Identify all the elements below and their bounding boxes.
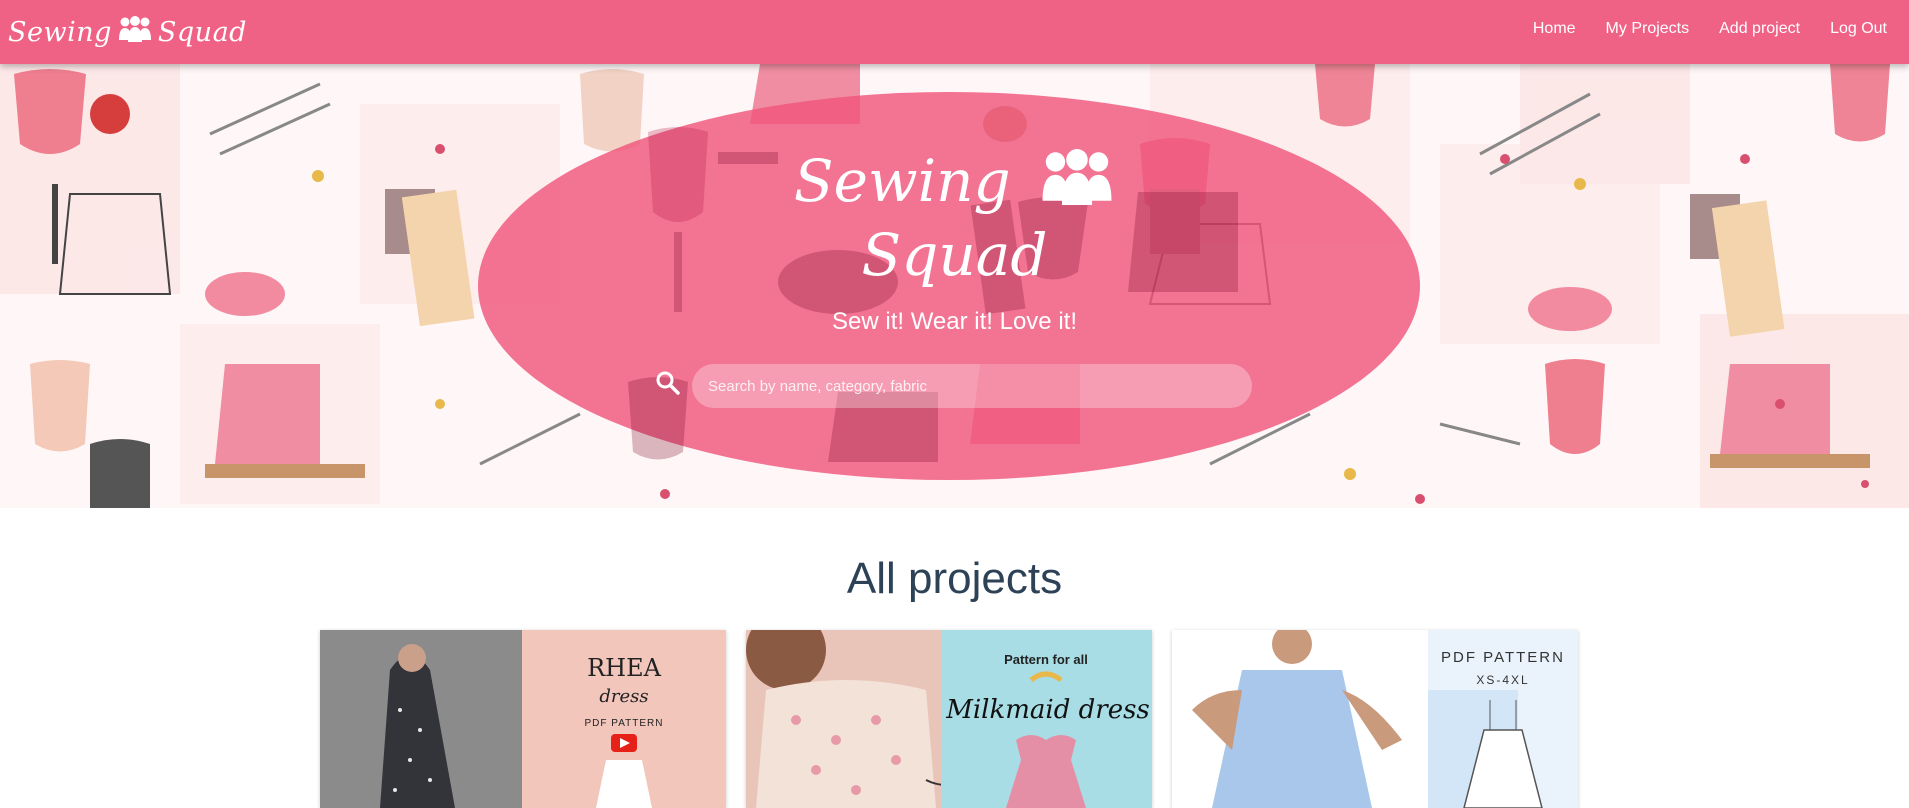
- hero-title-line1: Sewing: [0, 146, 1909, 220]
- project-card[interactable]: PDF PATTERN XS-4XL: [1172, 630, 1578, 808]
- brand-logo[interactable]: Sewing Squad: [8, 10, 247, 54]
- nav-my-projects-link[interactable]: My Projects: [1606, 20, 1690, 38]
- card-text-sizes: XS-4XL: [1476, 673, 1529, 687]
- people-group-icon: [1039, 149, 1115, 220]
- all-projects-heading: All projects: [846, 554, 1063, 603]
- nav-add-project-link[interactable]: Add project: [1719, 20, 1800, 38]
- brand-word-sewing: Sewing: [8, 16, 112, 48]
- card-text-dress: dress: [599, 686, 648, 707]
- hero-banner: Sewing Squad Sew it! Wear it! Love it!: [0, 64, 1909, 508]
- card-text-milkmaid: Milkmaid dress: [945, 695, 1150, 725]
- navbar: Sewing Squad Home My Projects Add projec…: [0, 0, 1909, 64]
- card-text-rhea: RHEA: [587, 654, 662, 682]
- nav-logout-link[interactable]: Log Out: [1830, 20, 1887, 38]
- nav-home-link[interactable]: Home: [1533, 20, 1576, 38]
- project-card[interactable]: Pattern for all Milkmaid dress: [746, 630, 1152, 808]
- card-text-pattern-for-all: Pattern for all: [1004, 652, 1088, 667]
- people-group-icon: [118, 15, 151, 49]
- search-input[interactable]: [692, 364, 1252, 408]
- hero-title: Sewing Squad: [0, 146, 1909, 290]
- card-text-pdf: PDF PATTERN: [585, 718, 664, 729]
- nav-links: Home My Projects Add project Log Out: [1533, 20, 1887, 38]
- project-card-image: Pattern for all Milkmaid dress: [746, 630, 1152, 808]
- card-text-pdf-pattern: PDF PATTERN: [1441, 649, 1565, 666]
- project-card-image: RHEA dress PDF PATTERN: [320, 630, 726, 808]
- project-card-image: PDF PATTERN XS-4XL: [1172, 630, 1578, 808]
- project-card[interactable]: RHEA dress PDF PATTERN: [320, 630, 726, 808]
- search-icon[interactable]: [655, 370, 681, 401]
- hero-title-squad: Squad: [861, 221, 1048, 289]
- hero-tagline: Sew it! Wear it! Love it!: [832, 308, 1077, 335]
- hero-title-sewing: Sewing: [793, 147, 1011, 215]
- brand-word-squad: Squad: [157, 16, 247, 48]
